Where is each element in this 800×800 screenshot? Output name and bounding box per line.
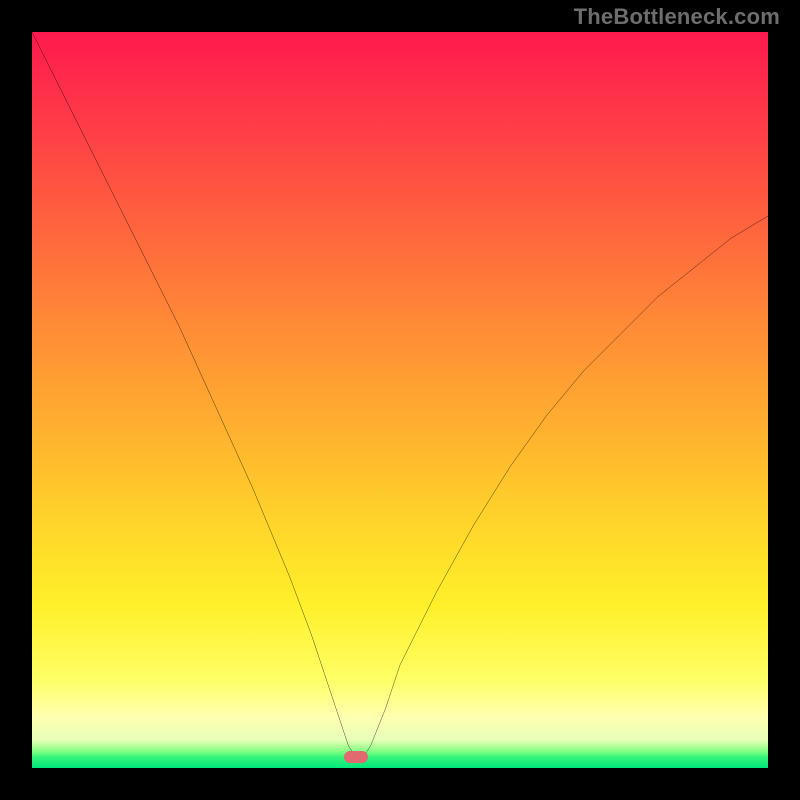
curve-path [32,32,768,757]
chart-frame: TheBottleneck.com [0,0,800,800]
optimal-point-marker [344,751,368,763]
bottleneck-curve [32,32,768,768]
plot-area [32,32,768,768]
watermark-text: TheBottleneck.com [574,4,780,30]
